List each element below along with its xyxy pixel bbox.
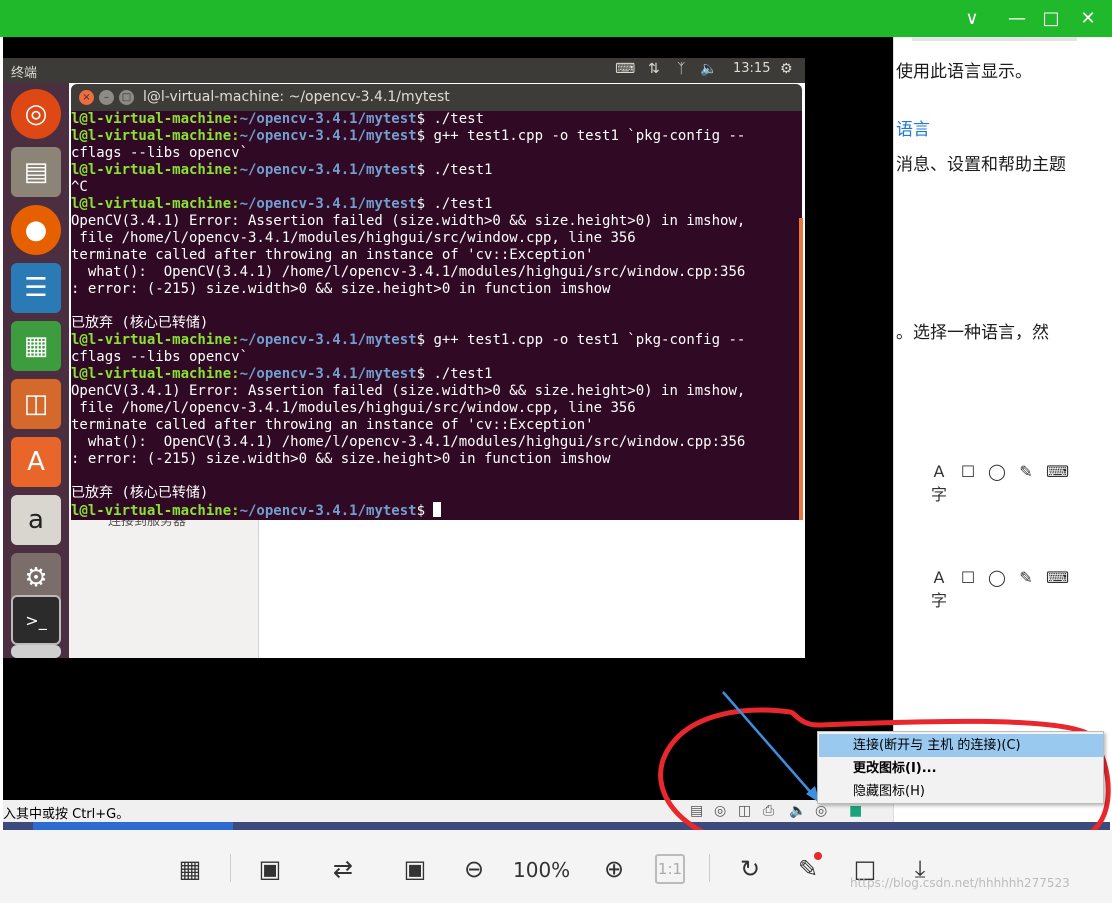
translate-icon[interactable]: ⇄ — [326, 852, 360, 886]
toolbar-separator — [230, 854, 231, 882]
viewer-toolbar: ▦ ▣ ⇄ ▣ ⊖ 100% ⊕ 1:1 ↻ ✎ □ ⤓ https://blo… — [0, 830, 1112, 903]
fit-window-icon[interactable]: ▣ — [398, 852, 432, 886]
ocr-icon[interactable]: ▣ — [253, 852, 287, 886]
rotate-icon[interactable]: ↻ — [733, 852, 767, 886]
toolbar-separator — [709, 854, 710, 882]
status-icon-context-menu: 连接(断开与 主机 的连接)(C) 更改图标(I)... 隐藏图标(H) — [817, 731, 1104, 804]
menu-item-connect[interactable]: 连接(断开与 主机 的连接)(C) — [819, 734, 1103, 757]
menu-item-change-icon[interactable]: 更改图标(I)... — [819, 757, 1103, 780]
zoom-out-icon[interactable]: ⊖ — [457, 852, 491, 886]
menu-item-hide-icon[interactable]: 隐藏图标(H) — [819, 780, 1103, 803]
edit-notification-dot — [814, 852, 822, 860]
zoom-level: 100% — [513, 858, 571, 882]
watermark: https://blog.csdn.net/hhhhhh277523 — [850, 876, 1070, 890]
zoom-in-icon[interactable]: ⊕ — [597, 852, 631, 886]
thumbnail-grid-icon[interactable]: ▦ — [173, 852, 207, 886]
actual-size-icon[interactable]: 1:1 — [655, 854, 685, 884]
